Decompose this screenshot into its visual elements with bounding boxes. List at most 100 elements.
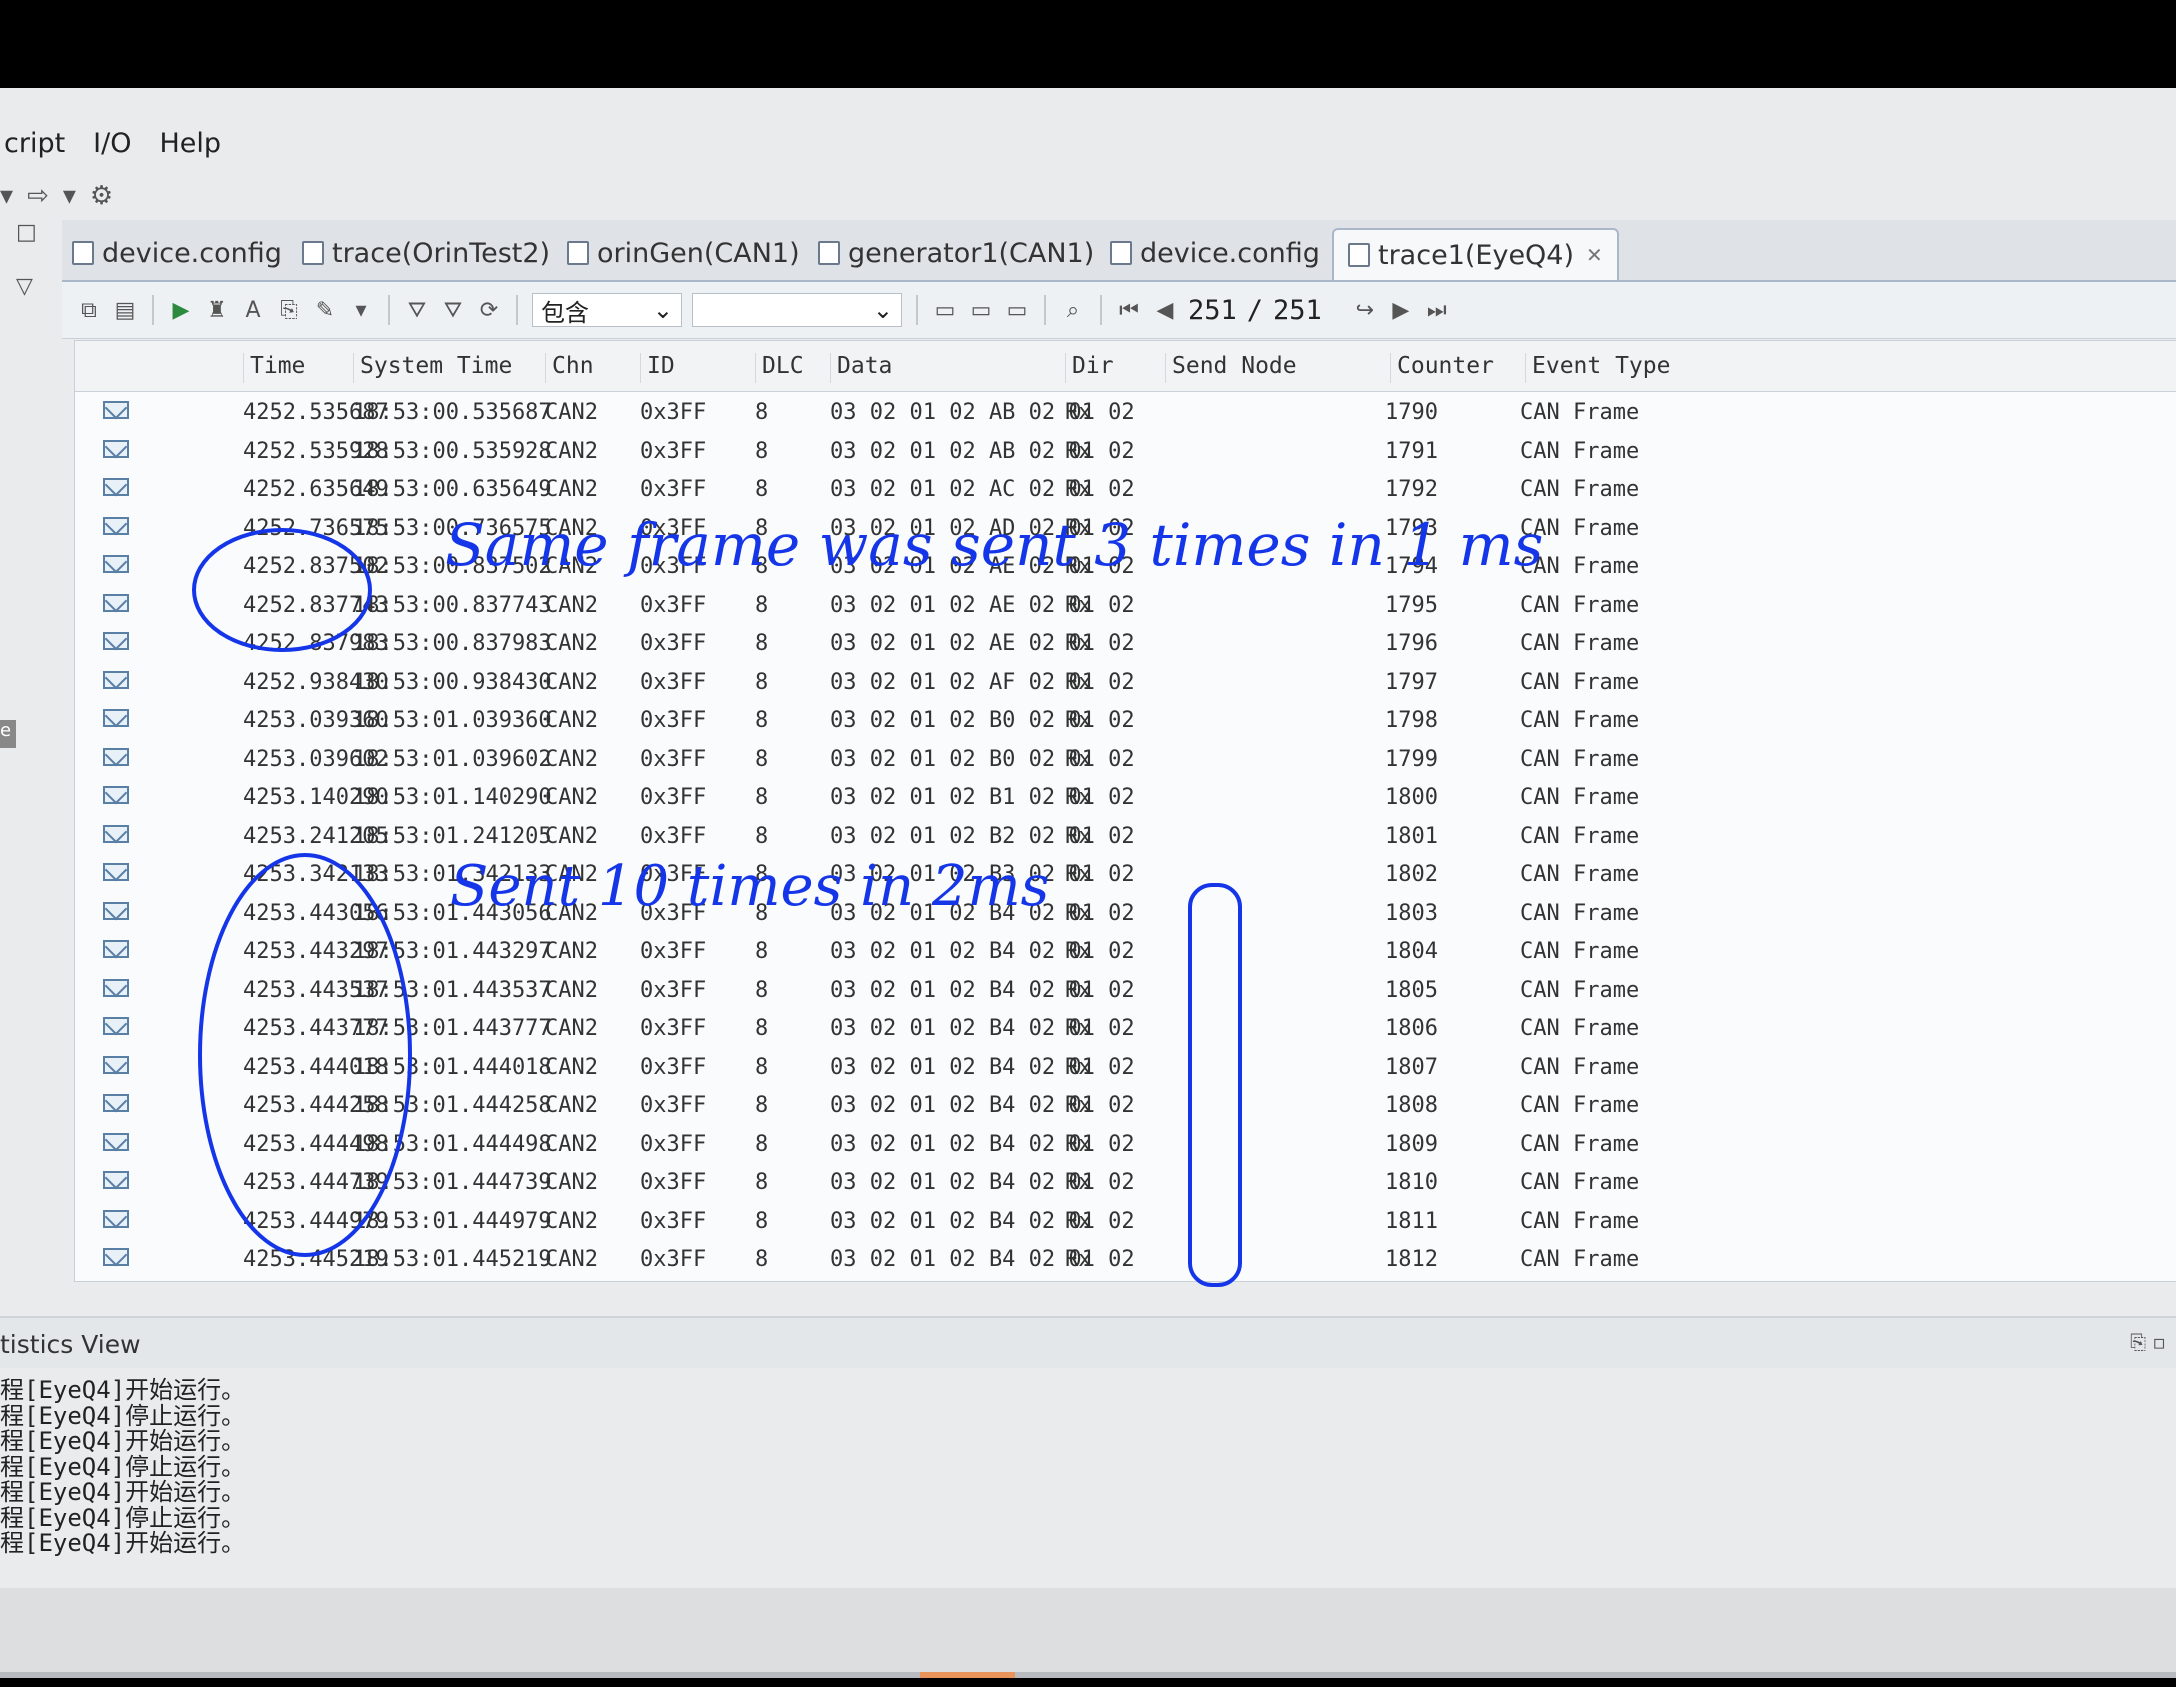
- help-icon[interactable]: ⚙: [90, 181, 113, 211]
- table-row[interactable]: 4252.837502 18:53:00.837502 CAN2 0x3FF 8 03 0…: [75, 547, 2176, 586]
- table-row[interactable]: 4253.241205 18:53:01.241205 CAN2 0x3FF 8 03 0…: [75, 817, 2176, 856]
- table-cell: 1800: [1385, 785, 1438, 810]
- table-cell: 18:53:00.837983: [353, 631, 552, 656]
- table-cell: CAN2: [545, 438, 598, 464]
- column-header[interactable]: Chn: [545, 353, 594, 383]
- play-icon[interactable]: ▶: [168, 297, 194, 323]
- go-icon[interactable]: ↪: [1352, 297, 1378, 323]
- statistics-view-title[interactable]: tistics View: [0, 1330, 141, 1359]
- table-row[interactable]: 4253.443056 18:53:01.443056 CAN2 0x3FF 8 03 0…: [75, 894, 2176, 933]
- column-header[interactable]: Dir: [1065, 353, 1114, 383]
- table-row[interactable]: 4252.837743 18:53:00.837743 CAN2 0x3FF 8 03 0…: [75, 586, 2176, 625]
- column-header[interactable]: System Time: [353, 353, 512, 383]
- folder-save-icon[interactable]: ▭: [1004, 297, 1030, 323]
- filter-config-icon[interactable]: ⧉: [76, 297, 102, 323]
- tab-1[interactable]: trace(OrinTest2): [302, 228, 550, 278]
- taskbar-highlight: [920, 1672, 1015, 1678]
- table-row[interactable]: 4253.445219 18:53:01.445219 CAN2 0x3FF 8 03 0…: [75, 1240, 2176, 1279]
- table-row[interactable]: 4252.938430 18:53:00.938430 CAN2 0x3FF 8 03 0…: [75, 663, 2176, 702]
- tab-3[interactable]: generator1(CAN1): [818, 228, 1094, 278]
- column-header[interactable]: ID: [640, 353, 675, 383]
- tab-label: trace1(EyeQ4): [1378, 239, 1575, 271]
- column-header[interactable]: Send Node: [1165, 353, 1297, 383]
- table-cell: 18:53:00.837743: [353, 592, 552, 618]
- at-icon[interactable]: A: [240, 297, 266, 323]
- column-header[interactable]: DLC: [755, 353, 804, 383]
- highlight-icon[interactable]: ✎: [312, 297, 338, 323]
- file-icon: [1110, 241, 1132, 265]
- table-row[interactable]: 4253.444739 18:53:01.444739 CAN2 0x3FF 8 03 0…: [75, 1163, 2176, 1202]
- table-cell: 1805: [1385, 977, 1438, 1003]
- table-cell: CAN2: [545, 631, 598, 656]
- export-icon[interactable]: ⎘ ▫: [2130, 1330, 2166, 1354]
- dropdown-arrow-icon[interactable]: ▾: [63, 181, 76, 211]
- tab-2[interactable]: orinGen(CAN1): [567, 228, 800, 278]
- table-row[interactable]: 4253.444018 18:53:01.444018 CAN2 0x3FF 8 03 0…: [75, 1048, 2176, 1087]
- table-row[interactable]: 4253.140290 18:53:01.140290 CAN2 0x3FF 8 03 0…: [75, 778, 2176, 817]
- table-cell: 18:53:00.837502: [353, 554, 552, 579]
- tab-0[interactable]: device.config: [72, 228, 282, 278]
- table-row[interactable]: 4253.443297 18:53:01.443297 CAN2 0x3FF 8 03 0…: [75, 932, 2176, 971]
- folder-open-icon[interactable]: ▭: [968, 297, 994, 323]
- first-page-icon[interactable]: ⏮: [1116, 297, 1142, 323]
- maximize-icon[interactable]: □: [16, 220, 37, 245]
- table-row[interactable]: 4253.444979 18:53:01.444979 CAN2 0x3FF 8 03 0…: [75, 1202, 2176, 1241]
- table-row[interactable]: 4252.635649 18:53:00.635649 CAN2 0x3FF 8 03 0…: [75, 470, 2176, 509]
- table-row[interactable]: 4253.342133 18:53:01.342133 CAN2 0x3FF 8 03 0…: [75, 855, 2176, 894]
- table-row[interactable]: 4253.443777 18:53:01.443777 CAN2 0x3FF 8 03 0…: [75, 1009, 2176, 1048]
- close-icon[interactable]: ✕: [1586, 243, 1603, 267]
- filter-mode-select[interactable]: 包含 ⌄: [532, 293, 682, 327]
- table-cell: 18:53:01.241205: [353, 823, 552, 849]
- table-row[interactable]: 4252.736575 18:53:00.736575 CAN2 0x3FF 8 03 0…: [75, 509, 2176, 548]
- table-cell: CAN2: [545, 554, 598, 579]
- column-header[interactable]: Data: [830, 353, 892, 383]
- stamp-icon[interactable]: ♜: [204, 297, 230, 323]
- table-cell: 8: [755, 400, 769, 425]
- prev-page-icon[interactable]: ◀: [1152, 297, 1178, 323]
- menu-item-0[interactable]: cript: [0, 124, 69, 170]
- column-header[interactable]: Time: [243, 353, 305, 383]
- table-cell: 1801: [1385, 823, 1438, 849]
- column-header[interactable]: Event Type: [1525, 353, 1670, 383]
- next-page-icon[interactable]: ▶: [1388, 297, 1414, 323]
- refresh-icon[interactable]: ⟳: [476, 297, 502, 323]
- table-cell: 8: [755, 1093, 769, 1118]
- filter-clear-icon[interactable]: ⛛: [440, 297, 466, 323]
- table-row[interactable]: 4253.443537 18:53:01.443537 CAN2 0x3FF 8 03 0…: [75, 971, 2176, 1010]
- menu-item-2[interactable]: Help: [155, 124, 225, 170]
- filter-value-select[interactable]: ⌄: [692, 293, 902, 327]
- tab-label: device.config: [1140, 237, 1320, 269]
- table-cell: Rx: [1065, 977, 1092, 1003]
- message-icon: [103, 593, 129, 612]
- last-page-icon[interactable]: ⏭: [1424, 297, 1450, 323]
- table-cell: 8: [755, 823, 769, 849]
- chevron-down-icon[interactable]: ▾: [348, 297, 374, 323]
- side-panel-tab[interactable]: e: [0, 720, 16, 748]
- table-cell: 8: [755, 669, 769, 695]
- toolbar-separator: [916, 295, 918, 325]
- log-panel: 程[EyeQ4]开始运行。 程[EyeQ4]停止运行。 程[EyeQ4]开始运行。程…: [0, 1377, 2176, 1578]
- table-row[interactable]: 4252.535928 18:53:00.535928 CAN2 0x3FF 8 03 0…: [75, 432, 2176, 471]
- menu-item-1[interactable]: I/O: [89, 124, 135, 170]
- chevron-down-icon[interactable]: ▽: [16, 274, 33, 299]
- table-row[interactable]: 4252.837983 18:53:00.837983 CAN2 0x3FF 8 03 0…: [75, 624, 2176, 663]
- column-header[interactable]: Counter: [1390, 353, 1494, 383]
- table-cell: 8: [755, 477, 769, 502]
- table-row[interactable]: 4252.535687 18:53:00.535687 CAN2 0x3FF 8 03 0…: [75, 393, 2176, 432]
- filter-icon[interactable]: ⛛: [404, 297, 430, 323]
- tab-4[interactable]: device.config: [1110, 228, 1320, 278]
- table-row[interactable]: 4253.039602 18:53:01.039602 CAN2 0x3FF 8 03 0…: [75, 740, 2176, 779]
- table-row[interactable]: 4253.444258 18:53:01.444258 CAN2 0x3FF 8 03 0…: [75, 1086, 2176, 1125]
- export-icon[interactable]: ⎘: [276, 297, 302, 323]
- dropdown-arrow-icon[interactable]: ▾: [0, 181, 13, 211]
- toolbar-separator: [152, 295, 154, 325]
- table-row[interactable]: 4253.444498 18:53:01.444498 CAN2 0x3FF 8 03 0…: [75, 1125, 2176, 1164]
- table-row[interactable]: 4253.039360 18:53:01.039360 CAN2 0x3FF 8 03 0…: [75, 701, 2176, 740]
- search-icon[interactable]: ⌕: [1060, 297, 1086, 323]
- list-icon[interactable]: ▤: [112, 297, 138, 323]
- page-current[interactable]: 251: [1188, 295, 1237, 326]
- forward-arrow-icon[interactable]: ⇨: [27, 181, 49, 211]
- folder-icon[interactable]: ▭: [932, 297, 958, 323]
- table-cell: Rx: [1065, 862, 1092, 887]
- tab-5[interactable]: trace1(EyeQ4) ✕: [1332, 228, 1619, 280]
